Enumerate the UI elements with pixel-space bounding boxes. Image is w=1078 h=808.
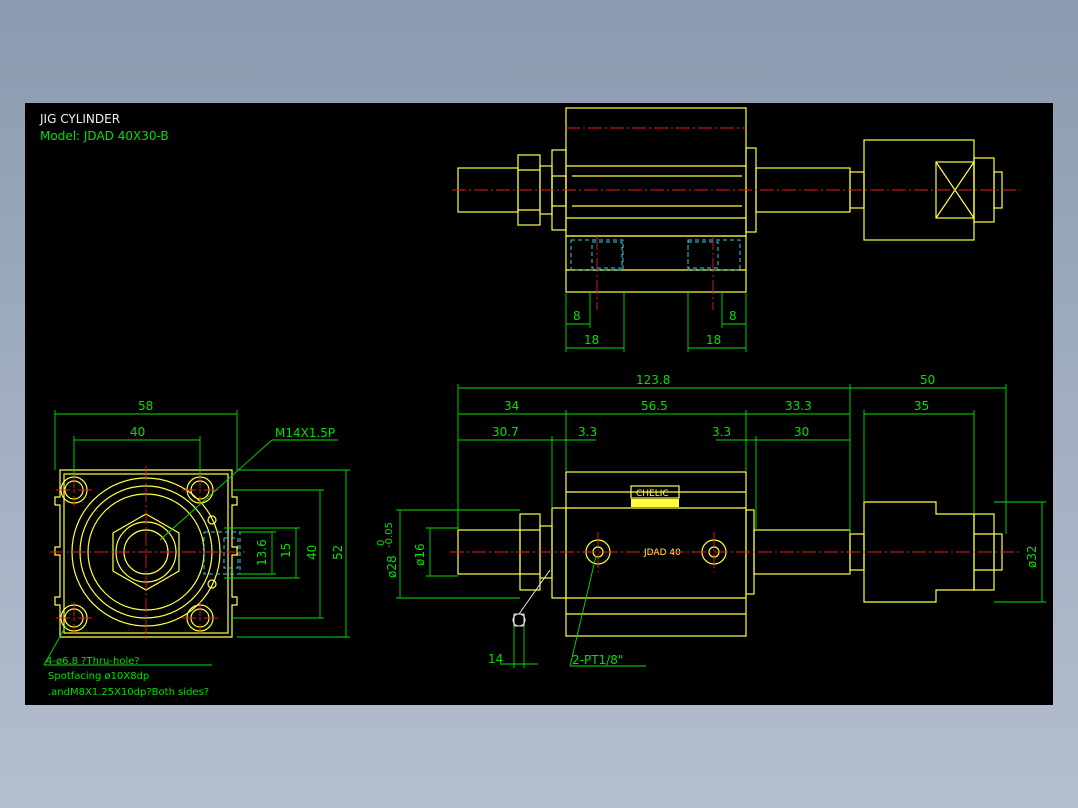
- dim-seg-35: 35: [914, 399, 929, 413]
- dim-front-40-v: 40: [305, 545, 319, 560]
- dim-seg-30: 30: [794, 425, 809, 439]
- dim-dia-28: ø28: [385, 555, 399, 578]
- dim-front-15: 15: [279, 543, 293, 558]
- dim-seg-3-3-right: 3.3: [712, 425, 731, 439]
- dim-seg-3-3-left: 3.3: [578, 425, 597, 439]
- dim-top-18-right: 18: [706, 333, 721, 347]
- dim-dia-16: ø16: [413, 543, 427, 566]
- drawing-title: JIG CYLINDER: [39, 112, 120, 126]
- dim-dia-28-tol-lower: -0.05: [384, 522, 395, 548]
- top-view: 8 8 18 18: [452, 107, 1020, 352]
- dim-front-13-6: 13.6: [255, 539, 269, 566]
- dim-top-8-left: 8: [573, 309, 581, 323]
- cad-drawing: JIG CYLINDER Model: JDAD 40X30-B 8 8 18 …: [39, 107, 1046, 698]
- dim-top-18-left: 18: [584, 333, 599, 347]
- dim-top-8-right: 8: [729, 309, 737, 323]
- dim-front-40: 40: [130, 425, 145, 439]
- dim-front-52: 52: [331, 545, 345, 560]
- model-label: Model: JDAD 40X30-B: [40, 129, 169, 143]
- ports-label: 2-PT1/8": [572, 653, 623, 667]
- dim-bottom-14: 14: [488, 652, 503, 666]
- note-threads: .andM8X1.25X10dp?Both sides?: [48, 687, 209, 698]
- thread-label: M14X1.5P: [275, 426, 335, 440]
- side-view: CHELIC JDAD 40 123.8 50 34 56.5 33.3 35 …: [376, 373, 1046, 668]
- dim-front-58: 58: [138, 399, 153, 413]
- nameplate-brand: CHELIC: [636, 489, 669, 499]
- front-view: 58 40 M14X1.5P 13.6 15 40 52: [43, 399, 350, 666]
- dim-overall-50: 50: [920, 373, 935, 387]
- dim-overall-123-8: 123.8: [636, 373, 670, 387]
- dim-seg-33-3: 33.3: [785, 399, 812, 413]
- dim-seg-30-7: 30.7: [492, 425, 519, 439]
- body-mark: JDAD 40: [643, 548, 681, 558]
- dim-dia-32: ø32: [1025, 545, 1039, 568]
- dim-seg-56-5: 56.5: [641, 399, 668, 413]
- note-holes: 4-ø6.8 ?Thru-hole?: [46, 656, 140, 667]
- top-body-outline: [565, 107, 747, 237]
- dim-seg-34: 34: [504, 399, 519, 413]
- note-spotfacing: Spotfacing ø10X8dp: [48, 671, 149, 682]
